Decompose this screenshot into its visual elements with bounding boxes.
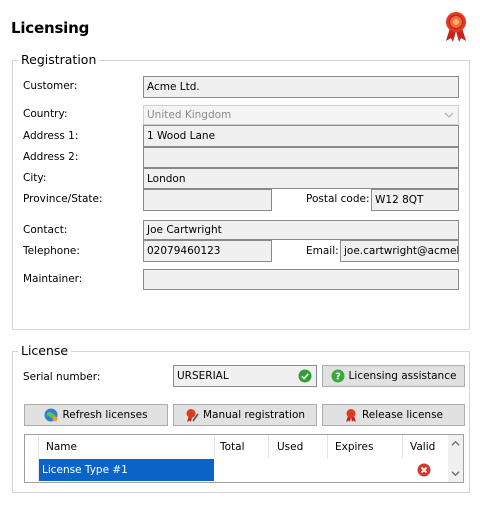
award-ribbon-icon (446, 12, 466, 42)
maintainer-field[interactable] (143, 269, 459, 290)
license-name-cell[interactable]: License Type #1 (39, 459, 214, 481)
serial-number-value: URSERIAL (177, 370, 229, 382)
header-separator (402, 435, 403, 458)
manual-registration-button[interactable]: Manual registration (173, 404, 317, 426)
column-header-expires[interactable]: Expires (335, 441, 373, 454)
contact-label: Contact: (23, 224, 68, 236)
ribbon-release-icon (345, 409, 356, 422)
table-row[interactable]: License Type #1 (25, 458, 448, 482)
header-separator (268, 435, 269, 458)
refresh-globe-icon (44, 408, 58, 422)
serial-number-label: Serial number: (23, 371, 101, 383)
address2-field[interactable] (143, 147, 459, 168)
refresh-licenses-label: Refresh licenses (62, 409, 148, 421)
column-header-total[interactable]: Total (220, 441, 245, 454)
licensing-assistance-label: Licensing assistance (348, 370, 457, 382)
table-scrollbar[interactable] (448, 435, 463, 482)
country-value: United Kingdom (147, 109, 232, 121)
registration-group-title: Registration (18, 53, 100, 67)
address1-field[interactable]: 1 Wood Lane (143, 125, 459, 147)
release-license-label: Release license (361, 409, 444, 421)
chevron-up-icon[interactable] (451, 439, 460, 448)
help-circle-icon: ? (331, 369, 345, 383)
telephone-label: Telephone: (23, 245, 80, 257)
customer-label: Customer: (23, 80, 78, 92)
column-header-valid[interactable]: Valid (410, 441, 435, 454)
release-license-button[interactable]: Release license (322, 404, 465, 426)
telephone-field[interactable]: 02079460123 (143, 240, 272, 262)
city-label: City: (23, 172, 47, 184)
maintainer-label: Maintainer: (23, 273, 83, 285)
column-header-name[interactable]: Name (46, 441, 77, 454)
license-table[interactable]: Name Total Used Expires Valid License Ty… (24, 434, 464, 483)
postal-code-field[interactable]: W12 8QT (371, 189, 459, 211)
email-field[interactable]: joe.cartwright@acmel (340, 240, 459, 262)
header-separator (214, 435, 215, 458)
province-field[interactable] (143, 189, 272, 211)
contact-field[interactable]: Joe Cartwright (143, 220, 459, 240)
country-dropdown[interactable]: United Kingdom (143, 105, 459, 125)
licensing-assistance-button[interactable]: ? Licensing assistance (322, 365, 465, 387)
province-label: Province/State: (23, 193, 103, 205)
header-separator (327, 435, 328, 458)
header-separator (38, 435, 39, 458)
table-header: Name Total Used Expires Valid (25, 435, 448, 458)
manual-registration-label: Manual registration (202, 409, 306, 421)
email-label: Email: (306, 245, 339, 257)
svg-text:?: ? (335, 372, 341, 383)
license-group-title: License (18, 344, 72, 358)
check-circle-icon (298, 369, 312, 383)
country-label: Country: (23, 108, 68, 120)
customer-field[interactable]: Acme Ltd. (143, 76, 459, 98)
certificate-edit-icon (186, 409, 199, 422)
page-title: Licensing (11, 19, 90, 37)
column-header-used[interactable]: Used (277, 441, 303, 454)
address1-label: Address 1: (23, 130, 79, 142)
refresh-licenses-button[interactable]: Refresh licenses (24, 404, 168, 426)
city-field[interactable]: London (143, 168, 459, 189)
address2-label: Address 2: (23, 151, 79, 163)
chevron-down-icon[interactable] (451, 469, 460, 478)
invalid-x-icon (417, 463, 431, 477)
postal-code-label: Postal code: (306, 193, 370, 205)
serial-number-field[interactable]: URSERIAL (173, 365, 317, 387)
chevron-down-icon (444, 112, 454, 118)
